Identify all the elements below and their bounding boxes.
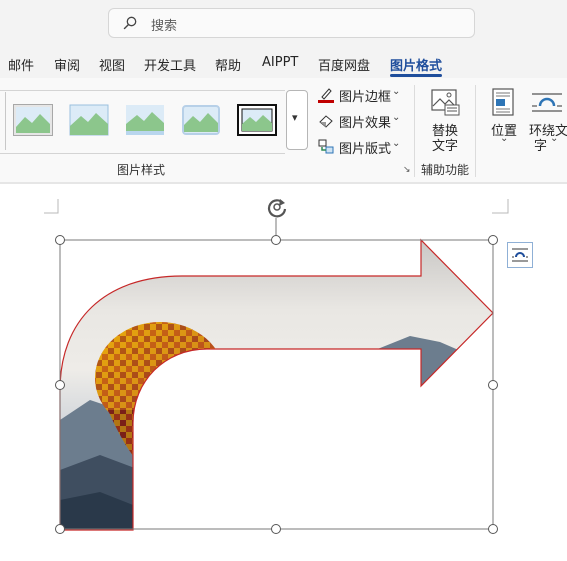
- picture-bent-arrow[interactable]: [0, 0, 567, 561]
- layout-options-button[interactable]: [507, 242, 533, 268]
- resize-handle-top[interactable]: [271, 235, 281, 245]
- rotate-handle-icon[interactable]: [266, 196, 288, 218]
- layout-options-icon: [512, 248, 528, 262]
- resize-handle-bottom-left[interactable]: [55, 524, 65, 534]
- resize-handle-top-right[interactable]: [488, 235, 498, 245]
- resize-handle-bottom[interactable]: [271, 524, 281, 534]
- resize-handle-left[interactable]: [55, 380, 65, 390]
- resize-handle-bottom-right[interactable]: [488, 524, 498, 534]
- resize-handle-top-left[interactable]: [55, 235, 65, 245]
- resize-handle-right[interactable]: [488, 380, 498, 390]
